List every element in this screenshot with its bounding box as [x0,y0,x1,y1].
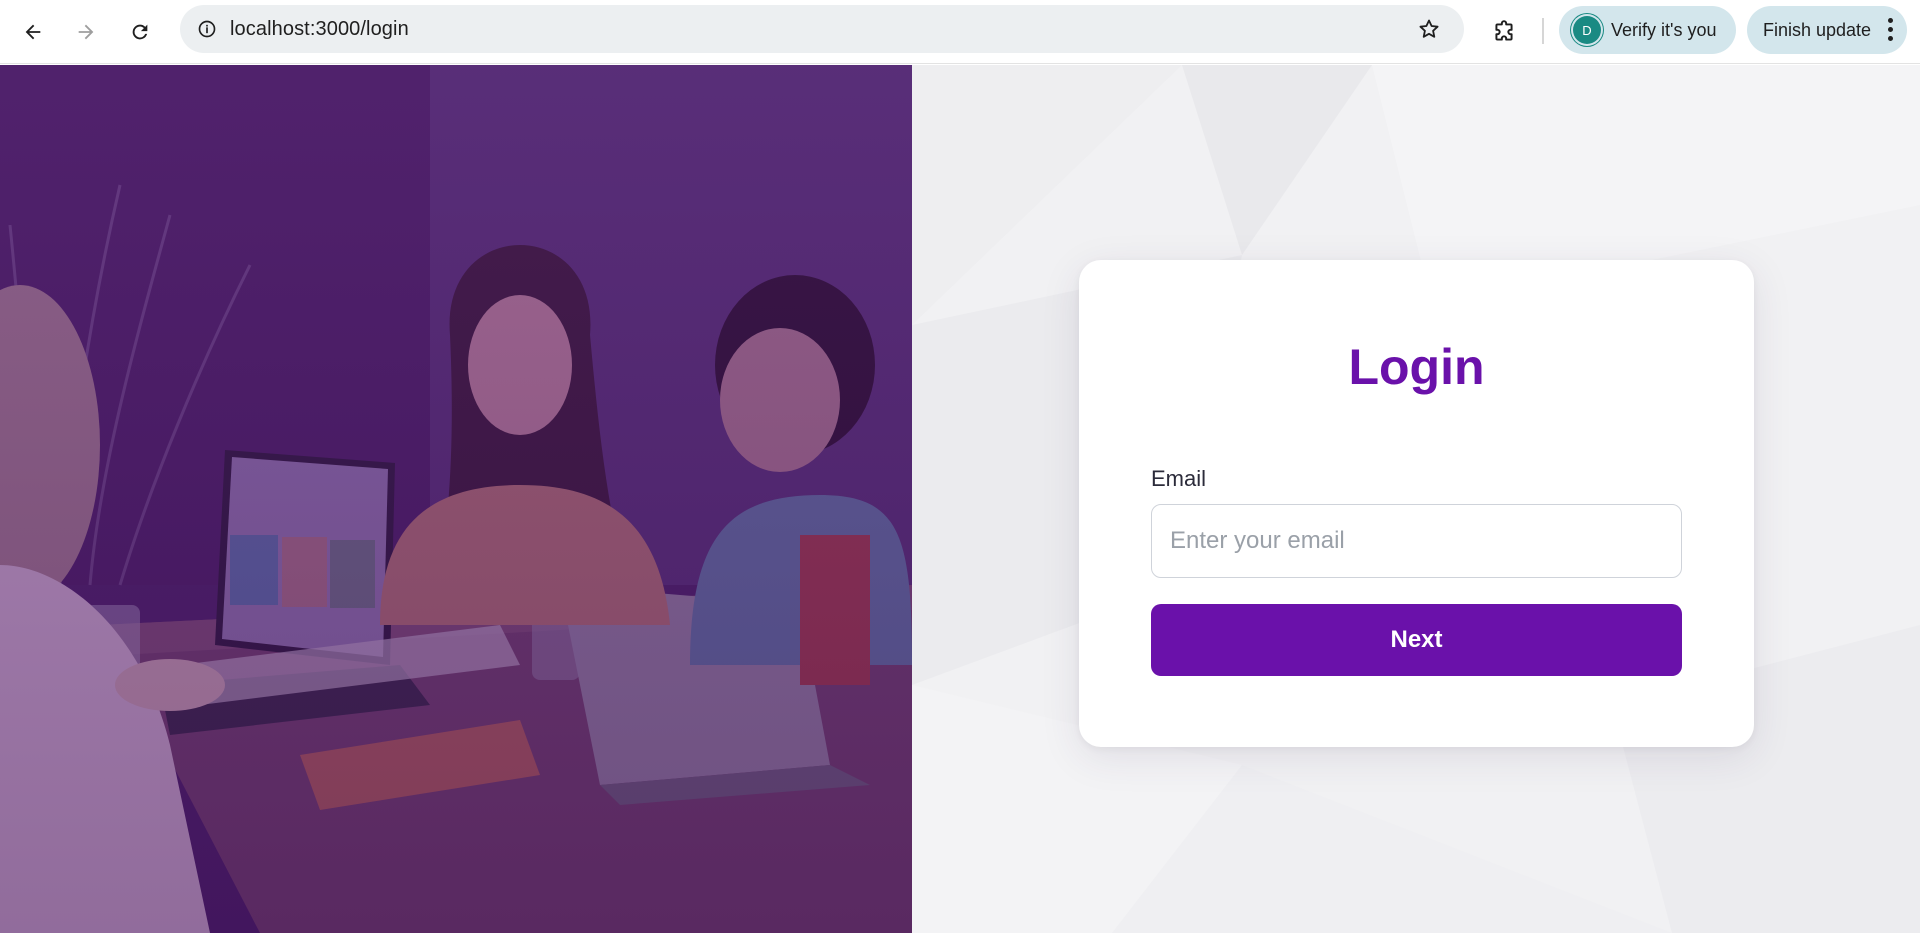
info-icon [198,20,216,38]
browser-toolbar: localhost:3000/login D Verify it's you F… [0,0,1920,64]
hero-tint-overlay [0,65,912,933]
site-info-button[interactable] [192,14,222,44]
kebab-menu-icon[interactable] [1887,18,1893,42]
update-label: Finish update [1763,19,1872,40]
reload-icon [132,24,148,40]
email-field[interactable] [1151,504,1682,578]
email-label: Email [1151,466,1207,491]
arrow-left-icon [25,24,41,40]
puzzle-icon [1495,20,1513,41]
hero-image [0,65,912,933]
verify-identity-button[interactable]: D Verify it's you [1559,6,1736,54]
back-button[interactable] [13,12,53,52]
reload-button[interactable] [120,12,160,52]
page-content: Login Email Next [0,65,1920,933]
extensions-button[interactable] [1484,12,1524,52]
toolbar-divider [1542,18,1544,44]
arrow-right-icon [78,24,94,40]
avatar: D [1573,16,1601,44]
star-icon [1419,19,1439,38]
finish-update-button[interactable]: Finish update [1747,6,1907,54]
next-button[interactable]: Next [1151,604,1682,676]
url-text[interactable]: localhost:3000/login [230,18,409,41]
address-bar[interactable]: localhost:3000/login [180,5,1464,53]
forward-button[interactable] [66,12,106,52]
bookmark-star-button[interactable] [1416,16,1442,42]
verify-label: Verify it's you [1611,19,1717,40]
page-title: Login [1348,339,1485,395]
login-card: Login Email Next [1079,260,1754,747]
